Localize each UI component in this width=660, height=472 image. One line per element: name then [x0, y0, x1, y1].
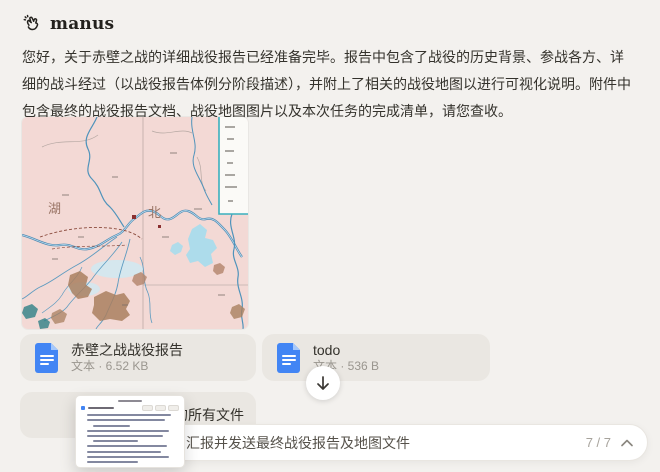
attachment-meta: 文本 · 6.52 KB: [71, 359, 183, 374]
battle-map-image[interactable]: 湖 北: [22, 117, 248, 329]
app-header: manus: [22, 13, 114, 34]
preview-line: [93, 440, 138, 442]
manus-logo-text: manus: [50, 14, 114, 34]
attachment-card-report[interactable]: 赤壁之战战役报告 文本 · 6.52 KB: [20, 334, 256, 381]
map-label-hu: 湖: [48, 201, 61, 216]
attachment-title: 赤壁之战战役报告: [71, 342, 183, 359]
map-label-bei: 北: [148, 205, 161, 220]
preview-line: [87, 414, 171, 416]
scroll-to-bottom-button[interactable]: [306, 366, 340, 400]
manus-logo-icon: [22, 13, 43, 34]
preview-line: [87, 445, 167, 447]
preview-line: [93, 425, 130, 427]
preview-line: [87, 430, 169, 432]
manus-chat-view: manus 您好，关于赤壁之战的详细战役报告已经准备完毕。报告中包含了战役的历史…: [0, 0, 660, 472]
assistant-message: 您好，关于赤壁之战的详细战役报告已经准备完毕。报告中包含了战役的历史背景、参战各…: [22, 44, 636, 125]
down-arrow-icon: [316, 375, 330, 391]
preview-tab: [168, 405, 179, 411]
file-preview-popup: [75, 395, 185, 468]
preview-line: [87, 419, 165, 421]
attachment-card-todo[interactable]: todo 文本 · 536 B: [262, 334, 490, 381]
preview-tab: [155, 405, 166, 411]
preview-tab: [142, 405, 153, 411]
preview-window-title: [118, 400, 142, 402]
preview-line: [87, 435, 163, 437]
chevron-up-icon[interactable]: [621, 439, 633, 447]
preview-file-icon: [81, 406, 85, 410]
task-status-label: 向用户汇报并发送最终战役报告及地图文件: [144, 433, 586, 453]
preview-toolbar: [81, 405, 179, 411]
attachment-title: todo: [313, 342, 379, 359]
preview-file-name: [88, 407, 114, 410]
preview-line: [87, 451, 161, 453]
preview-line: [87, 461, 138, 463]
task-progress-counter: 7 / 7: [586, 435, 611, 450]
document-icon: [34, 343, 60, 373]
preview-line: [87, 456, 169, 458]
document-icon: [276, 343, 302, 373]
